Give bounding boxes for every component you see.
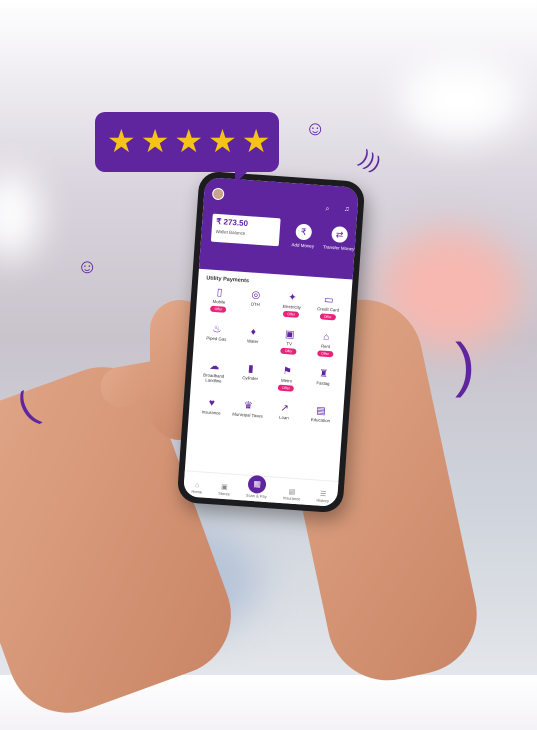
bokeh-light xyxy=(400,60,520,140)
utility-tile[interactable]: ⚑ Metro Offer xyxy=(267,365,306,397)
utility-tile[interactable]: ⌂ Rent Offer xyxy=(306,331,345,363)
smiley-icon: ☺ xyxy=(77,256,98,278)
balance-amount: ₹ 273.50 xyxy=(215,216,249,229)
utility-tile[interactable]: ▮ Cylinder xyxy=(231,362,270,394)
utility-tile[interactable]: ✦ Electricity Offer xyxy=(272,291,311,323)
offer-badge: Offer xyxy=(280,347,297,355)
bell-icon[interactable]: ♫ xyxy=(344,206,350,213)
star-icon: ★ xyxy=(107,123,136,159)
offer-badge: Offer xyxy=(278,384,295,392)
transfer-icon: ⇄ xyxy=(331,225,349,244)
utility-tile[interactable]: ▯ Mobile Offer xyxy=(200,286,239,318)
utility-tile[interactable]: ◎ DTH xyxy=(236,289,275,321)
utility-tile[interactable]: ▣ TV Offer xyxy=(270,328,309,360)
utility-tile[interactable]: ♨ Piped Gas xyxy=(197,323,236,355)
utility-grid: ▯ Mobile Offer ◎ DTH ✦ Electricity Offer ▭ Credit… xyxy=(188,284,352,439)
offer-badge: Offer xyxy=(317,350,334,358)
app-header: ⌕ ♫ ₹ 273.50 Wallet Balance ₹ Add Money ⇄… xyxy=(198,177,359,280)
nav-item[interactable]: ▤ Insurance xyxy=(282,487,301,502)
tile-label: Broadband Landline xyxy=(203,372,225,384)
offer-badge: Offer xyxy=(319,313,336,321)
nav-item[interactable]: ▦ Scan & Pay xyxy=(245,474,268,500)
star-icon: ★ xyxy=(174,123,204,159)
star-icon: ★ xyxy=(208,123,237,159)
utility-tile[interactable]: ▭ Credit Card Offer xyxy=(309,294,348,326)
avatar[interactable] xyxy=(211,187,225,201)
utility-tile[interactable]: ♛ Municipal Taxes xyxy=(228,399,267,431)
action-label: Transfer Money xyxy=(322,244,355,252)
motion-lines-icon: ))) xyxy=(356,146,385,176)
search-icon[interactable]: ⌕ xyxy=(325,205,329,213)
nav-label: Scan & Pay xyxy=(245,492,267,500)
rating-bubble: ★ ★ ★ ★ ★ xyxy=(95,112,279,184)
nav-item[interactable]: ▣ Stores xyxy=(218,483,230,497)
wallet-icon: ₹ xyxy=(295,223,313,241)
utility-tile[interactable]: ↗ Loan xyxy=(265,402,304,434)
nav-item[interactable]: ⌂ Home xyxy=(191,482,203,495)
utility-tile[interactable]: ♥ Insurance xyxy=(192,397,231,429)
bokeh-light xyxy=(0,170,40,260)
utility-tile[interactable]: ♜ Fastag xyxy=(304,367,343,399)
balance-card[interactable]: ₹ 273.50 Wallet Balance xyxy=(210,213,281,247)
nav-icon: ▦ xyxy=(247,474,267,494)
transfer-money-button[interactable]: ⇄ Transfer Money xyxy=(319,225,359,252)
action-label: Add Money xyxy=(291,242,315,249)
nav-label: Home xyxy=(191,488,203,495)
nav-label: Stores xyxy=(218,490,230,497)
smiley-icon: ☺ xyxy=(305,118,326,140)
nav-label: History xyxy=(316,497,330,504)
utility-tile[interactable]: ♦ Water xyxy=(233,325,272,357)
motion-lines-icon: ) xyxy=(455,331,475,398)
utility-tile[interactable]: ☁ Broadband Landline xyxy=(194,360,233,392)
offer-badge: Offer xyxy=(210,305,227,313)
utility-tile[interactable]: ▤ Education xyxy=(301,404,340,436)
nav-label: Insurance xyxy=(282,495,301,502)
balance-label: Wallet Balance xyxy=(215,228,246,236)
nav-item[interactable]: ☰ History xyxy=(316,490,329,504)
bottom-nav: ⌂ Home ▣ Stores ▦ Scan & Pay ▤ Insurance ☰ Histor… xyxy=(183,470,339,507)
star-icon: ★ xyxy=(140,123,170,159)
five-star-rating: ★ ★ ★ ★ ★ xyxy=(107,122,270,160)
star-icon: ★ xyxy=(241,123,271,159)
app-screen: ⌕ ♫ ₹ 273.50 Wallet Balance ₹ Add Money ⇄… xyxy=(183,177,359,507)
smartphone: ⌕ ♫ ₹ 273.50 Wallet Balance ₹ Add Money ⇄… xyxy=(176,170,366,514)
offer-badge: Offer xyxy=(283,310,300,318)
